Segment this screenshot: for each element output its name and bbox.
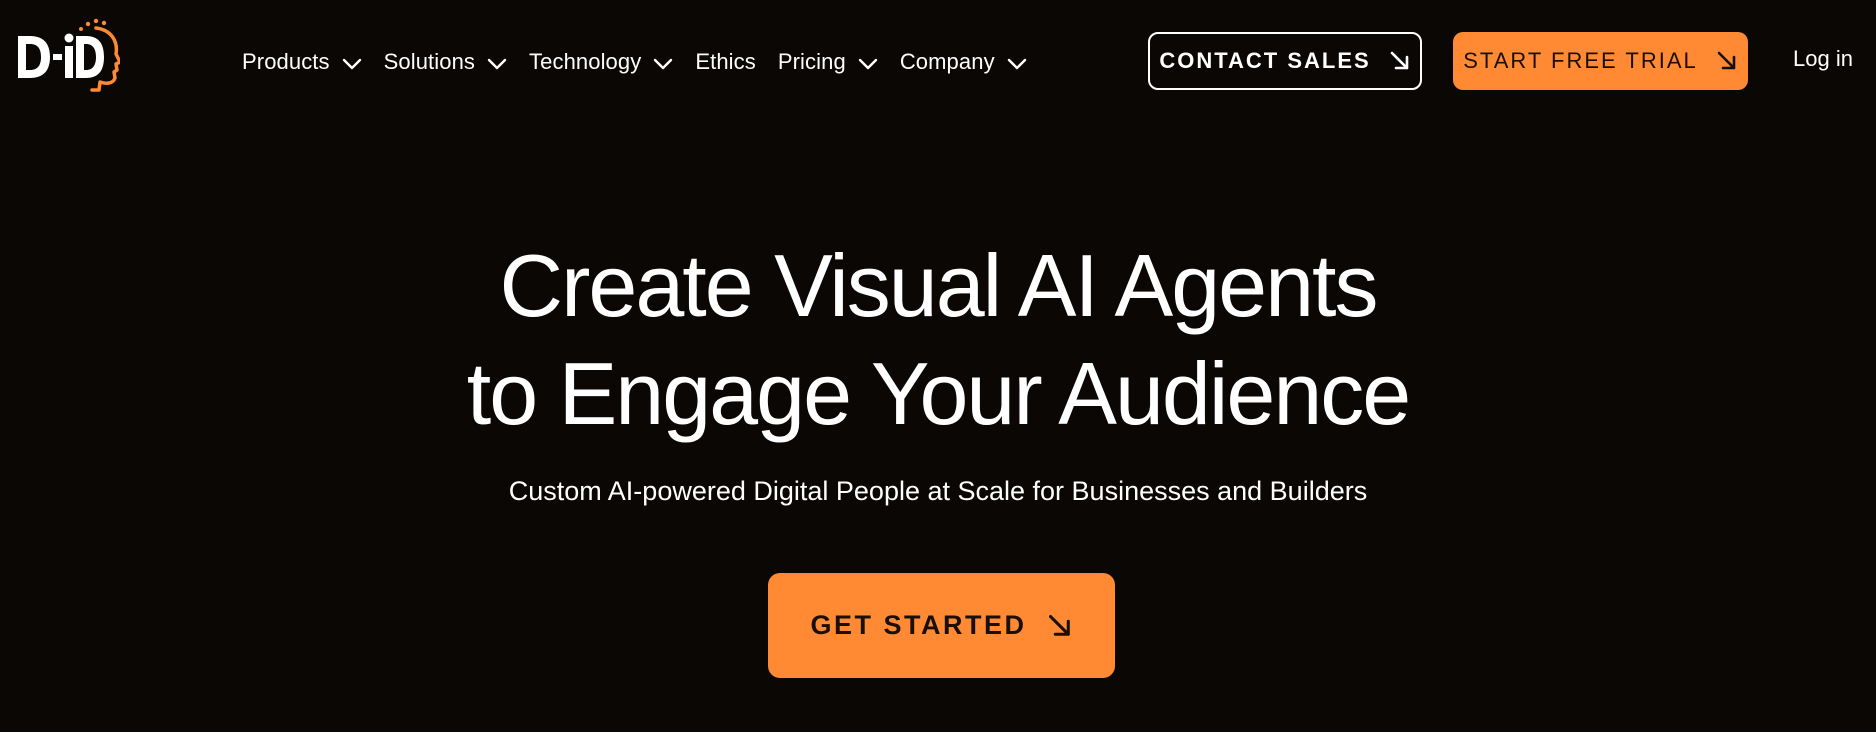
hero-subtitle: Custom AI-powered Digital People at Scal… — [508, 476, 1368, 506]
nav-item-ethics[interactable]: Ethics — [695, 49, 756, 75]
nav-item-solutions[interactable]: Solutions — [384, 49, 507, 75]
nav-label-pricing: Pricing — [777, 49, 846, 74]
main-nav: Products Solutions Technology Ethics Pri… — [242, 46, 1049, 78]
nav-item-products[interactable]: Products — [242, 49, 362, 75]
arrow-down-right-icon — [1390, 51, 1408, 70]
nav-item-company[interactable]: Company — [900, 49, 1027, 75]
page: Products Solutions Technology Ethics Pri… — [0, 0, 1876, 732]
hero-title-line-1: Create Visual AI Agents — [499, 236, 1379, 335]
arrow-down-right-icon — [1717, 51, 1736, 70]
did-logo-mark — [18, 18, 120, 92]
chevron-down-icon — [858, 58, 878, 70]
chevron-down-icon — [654, 58, 673, 70]
chevron-down-icon — [487, 58, 507, 70]
site-header: Products Solutions Technology Ethics Pri… — [0, 0, 1876, 124]
contact-sales-button[interactable]: CONTACT SALES — [1148, 32, 1422, 90]
chevron-down-icon — [342, 58, 361, 70]
nav-label-solutions: Solutions — [383, 49, 476, 74]
nav-label-products: Products — [242, 49, 330, 74]
nav-label-company: Company — [899, 49, 995, 74]
login-link[interactable]: Log in — [1793, 46, 1853, 72]
start-free-trial-button[interactable]: START FREE TRIAL — [1453, 32, 1748, 90]
nav-item-technology[interactable]: Technology — [529, 49, 673, 75]
get-started-label: GET STARTED — [810, 610, 1027, 640]
nav-label-ethics: Ethics — [695, 49, 756, 74]
arrow-down-right-icon — [1048, 614, 1070, 636]
nav-label-technology: Technology — [529, 49, 642, 74]
get-started-button[interactable]: GET STARTED — [768, 573, 1115, 678]
hero-title: Create Visual AI Agents to Engage Your A… — [0, 232, 1876, 448]
nav-item-pricing[interactable]: Pricing — [778, 49, 878, 75]
did-logo[interactable] — [16, 18, 120, 104]
start-free-trial-label: START FREE TRIAL — [1463, 48, 1698, 73]
hero-title-line-2: to Engage Your Audience — [466, 344, 1411, 443]
contact-sales-label: CONTACT SALES — [1159, 48, 1371, 73]
chevron-down-icon — [1007, 58, 1026, 70]
